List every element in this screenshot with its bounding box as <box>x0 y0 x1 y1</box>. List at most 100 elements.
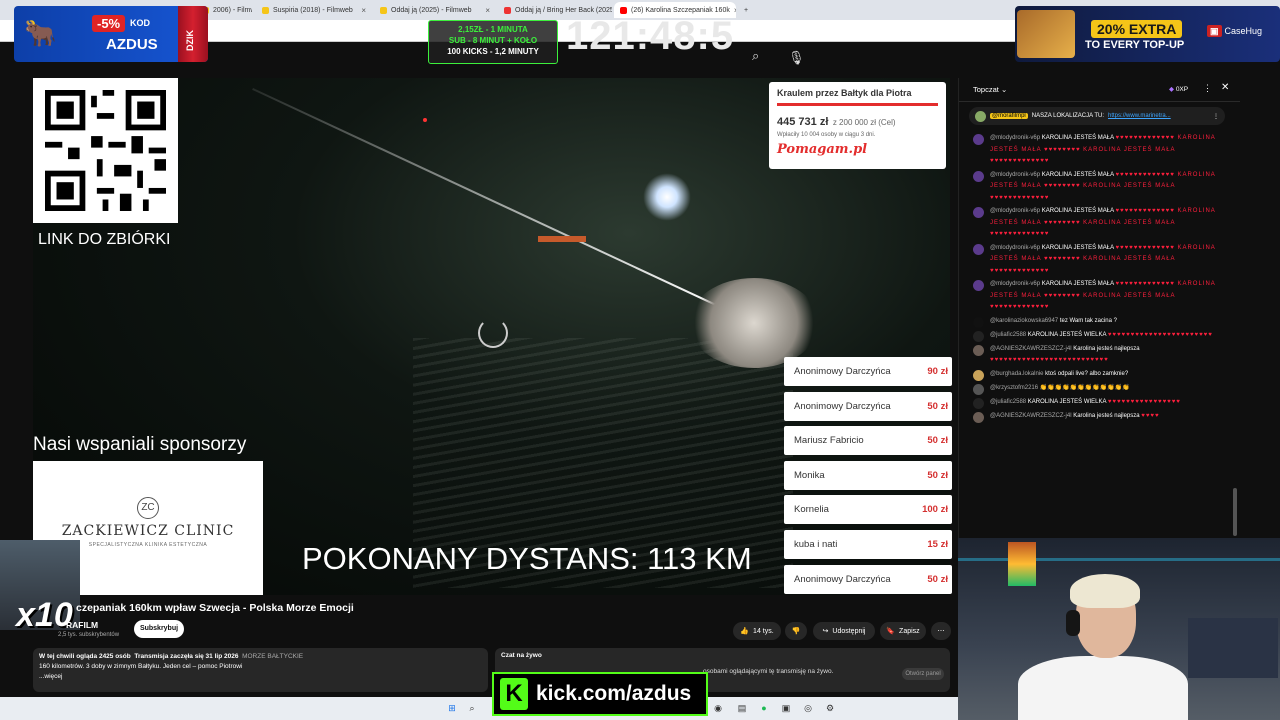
chat-message[interactable]: @AGNIESZKAWRZESZCZ-j4l Karolina jesteś n… <box>973 344 1223 367</box>
tab-close-icon[interactable]: × <box>485 6 490 15</box>
donor-name: Monika <box>794 469 825 481</box>
heart-emojis: ♥♥♥♥ <box>1141 412 1160 419</box>
chat-message[interactable]: @mlodydronik-v6p KAROLINA JESTEŚ MAŁA ♥♥… <box>973 133 1223 168</box>
chat-text: 👏👏👏👏👏👏👏👏👏👏👏👏 <box>1039 384 1130 391</box>
close-icon[interactable]: ✕ <box>1221 82 1229 93</box>
chat-message[interactable]: @juliafic2588 KAROLINA JESTEŚ WIELKA ♥♥♥… <box>973 397 1223 409</box>
chat-message-body: @burghada.lokalnie ktoś odpali live? alb… <box>990 369 1223 381</box>
kick-banner: K kick.com/azdus <box>492 672 708 716</box>
promo-banner-left: 🐂 -5% KOD AZDUS DZIK <box>14 6 208 62</box>
chat-scrollbar[interactable] <box>1233 488 1237 536</box>
chat-message[interactable]: @mlodydronik-v6p KAROLINA JESTEŚ MAŁA ♥♥… <box>973 243 1223 278</box>
headset-icon <box>1066 610 1080 636</box>
donation-item: Kornelia 100 zł <box>784 495 952 525</box>
microphone-icon[interactable]: 🎙 <box>788 50 805 66</box>
kick-url: kick.com/azdus <box>536 682 692 705</box>
chat-filter-dropdown[interactable]: Topczat ⌄ <box>973 85 1007 94</box>
thumbs-up-icon: 👍 <box>740 628 750 635</box>
timer-rule-3: 100 KICKS - 1,2 MINUTY <box>447 47 539 56</box>
channel-name[interactable]: RAFILM <box>66 620 98 630</box>
taskbar-app-icon[interactable]: ◉ <box>712 702 724 714</box>
browser-tab[interactable]: Suspiria (2018) - Filmweb × <box>256 2 372 18</box>
share-button[interactable]: ↪ Udostępnij <box>813 622 875 640</box>
promo-code: AZDUS <box>106 36 158 53</box>
live-chat-info: osobami oglądającymi tę transmisję na ży… <box>703 668 834 675</box>
tab-favicon-icon <box>620 6 627 14</box>
chat-message[interactable]: @mlodydronik-v6p KAROLINA JESTEŚ MAŁA ♥♥… <box>973 206 1223 241</box>
description-more[interactable]: ...więcej <box>39 672 482 682</box>
chat-menu-icon[interactable]: ⋮ <box>1203 83 1212 94</box>
donation-amount: 50 zł <box>927 469 948 481</box>
chat-author: @juliafic2588 <box>990 331 1027 338</box>
taskbar-app-icon[interactable]: ▣ <box>780 702 792 714</box>
like-button[interactable]: 👍 14 tys. <box>733 622 781 640</box>
avatar <box>973 330 984 342</box>
pinned-message[interactable]: @morafilmpl NASZA LOKALIZACJA TU: https:… <box>969 107 1225 125</box>
chat-author: @mlodydronik-v6p <box>990 135 1041 141</box>
timer-rules-box: 2,15ZŁ - 1 MINUTA SUB - 8 MINUT + KOŁO 1… <box>428 20 558 64</box>
chat-text: KAROLINA JESTEŚ WIELKA <box>1027 331 1107 338</box>
dislike-button[interactable]: 👎 <box>785 622 807 640</box>
case-box-icon <box>1017 10 1075 58</box>
fundraiser-link-label: LINK DO ZBIÓRKI <box>38 231 171 248</box>
chat-message[interactable]: @mlodydronik-v6p KAROLINA JESTEŚ MAŁA ♥♥… <box>973 279 1223 314</box>
tab-close-icon[interactable]: × <box>734 6 736 15</box>
chat-message-body: @krzysztofm2216 👏👏👏👏👏👏👏👏👏👏👏👏 <box>990 383 1223 395</box>
new-tab-button[interactable]: + <box>738 2 754 18</box>
chat-author: @mlodydronik-v6p <box>990 244 1041 251</box>
taskbar-app-icon[interactable]: ▤ <box>736 702 748 714</box>
donation-item: Anonimowy Darczyńca 50 zł <box>784 564 952 594</box>
chat-author: @mlodydronik-v6p <box>990 281 1041 287</box>
chat-message[interactable]: @krzysztofm2216 👏👏👏👏👏👏👏👏👏👏👏👏 <box>973 383 1223 395</box>
microphone-windscreen <box>689 278 819 368</box>
chat-text: KAROLINA JESTEŚ MAŁA <box>1041 281 1114 287</box>
streamer-webcam <box>958 538 1280 720</box>
donor-name: kuba i nati <box>794 538 838 550</box>
pinned-link[interactable]: https://www.marinetra... <box>1108 113 1171 119</box>
chat-message[interactable]: @mlodydronik-v6p KAROLINA JESTEŚ MAŁA ♥♥… <box>973 170 1223 205</box>
thumbs-down-icon: 👎 <box>791 628 801 635</box>
background-shelf <box>1188 618 1278 678</box>
background-monitor <box>1008 542 1036 586</box>
donor-name: Anonimowy Darczyńca <box>794 400 891 412</box>
taskbar-search-icon[interactable]: ⌕ <box>466 702 478 714</box>
description-text: 160 kilometrów. 3 doby w zimnym Bałtyku.… <box>39 663 243 670</box>
browser-tab[interactable]: Oddaj ją (2025) - Filmweb × <box>374 2 496 18</box>
chat-message[interactable]: @AGNIESZKAWRZESZCZ-j4l Karolina jesteś n… <box>973 411 1223 423</box>
donation-item: Mariusz Fabricio 50 zł <box>784 426 952 456</box>
search-icon[interactable]: ⌕ <box>752 48 759 64</box>
avatar <box>973 369 984 381</box>
subscribe-button[interactable]: Subskrybuj <box>134 620 184 638</box>
more-actions-button[interactable]: ⋯ <box>931 622 951 640</box>
chat-author: @juliafic2588 <box>990 398 1027 405</box>
chat-author: @karolinaziokowska6947 <box>990 317 1059 324</box>
location-tag[interactable]: MORZE BAŁTYCKIE <box>242 653 303 660</box>
qr-code-icon <box>45 90 166 211</box>
pinned-text: NASZA LOKALIZACJA TU: <box>1031 113 1105 119</box>
save-button[interactable]: 🔖 Zapisz <box>880 622 926 640</box>
chat-message-body: @mlodydronik-v6p KAROLINA JESTEŚ MAŁA ♥♥… <box>990 133 1223 168</box>
steam-icon[interactable]: ◎ <box>802 702 814 714</box>
avatar <box>975 110 986 122</box>
chat-message[interactable]: @karolinaziokowska6947 tez Wam tak zacin… <box>973 316 1223 328</box>
multiplier-badge: x10 <box>16 596 73 634</box>
fundraiser-progress-bar <box>777 103 938 106</box>
chat-text: Karolina jesteś najlepsza <box>1073 345 1140 352</box>
spotify-icon[interactable]: ● <box>758 702 770 714</box>
bull-icon: 🐂 <box>24 18 57 48</box>
chat-message[interactable]: @juliafic2588 KAROLINA JESTEŚ WIELKA ♥♥♥… <box>973 330 1223 342</box>
tab-close-icon[interactable]: × <box>361 6 366 15</box>
tab-favicon-icon <box>504 6 511 14</box>
avatar <box>973 134 984 145</box>
pinned-menu-icon[interactable]: ⋮ <box>1213 113 1219 120</box>
live-chat-title: Czat na żywo <box>501 652 542 659</box>
streamer-shirt <box>1018 656 1188 720</box>
windows-start-icon[interactable]: ⊞ <box>446 702 458 714</box>
taskbar-app-icon[interactable]: ⚙ <box>824 702 836 714</box>
description-box[interactable]: W tej chwili ogląda 2425 osób Transmisja… <box>33 648 488 692</box>
chat-message-body: @mlodydronik-v6p KAROLINA JESTEŚ MAŁA ♥♥… <box>990 170 1223 205</box>
open-panel-button[interactable]: Otwórz panel <box>902 668 944 680</box>
pomagam-logo: Pomagam.pl <box>777 142 868 157</box>
avatar <box>973 411 984 423</box>
chat-message[interactable]: @burghada.lokalnie ktoś odpali live? alb… <box>973 369 1223 381</box>
